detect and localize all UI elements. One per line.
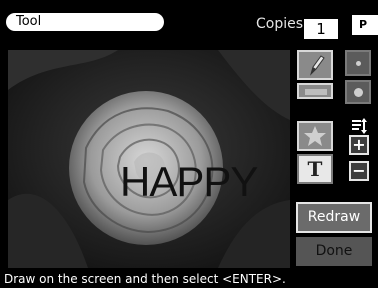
stamp-button[interactable] — [297, 121, 333, 151]
copies-label: Copies: — [256, 16, 308, 32]
drawing-canvas[interactable]: HAPPY — [8, 50, 290, 268]
pen-size-button[interactable] — [297, 83, 333, 99]
text-stamp[interactable]: HAPPY — [120, 161, 258, 203]
small-dot-icon — [356, 61, 361, 66]
printer-badge: P — [352, 15, 378, 35]
text-icon: T — [307, 157, 323, 181]
plus-label: + — [352, 135, 366, 154]
copies-value[interactable]: 1 — [304, 19, 338, 39]
large-dot-icon — [354, 88, 363, 97]
increase-size-button[interactable]: + — [349, 135, 369, 155]
tool-panel: T + − — [293, 44, 378, 268]
star-icon — [304, 126, 326, 146]
small-dot-button[interactable] — [345, 50, 371, 76]
top-bar: Tool Copies: 1 P — [0, 0, 378, 44]
decrease-size-button[interactable]: − — [349, 161, 369, 181]
done-button[interactable]: Done — [296, 237, 372, 266]
resize-icon — [350, 117, 368, 135]
pen-tool-button[interactable] — [297, 50, 333, 80]
status-message: Draw on the screen and then select <ENTE… — [4, 272, 286, 286]
redraw-button[interactable]: Redraw — [296, 202, 372, 233]
pencil-icon — [309, 55, 325, 76]
resize-arrows-icon — [352, 118, 367, 134]
large-dot-button[interactable] — [345, 80, 371, 104]
tool-label: Tool — [6, 13, 164, 31]
minus-label: − — [352, 161, 366, 180]
status-bar: Draw on the screen and then select <ENTE… — [0, 270, 378, 288]
pen-size-swatch — [305, 89, 327, 95]
text-tool-button[interactable]: T — [297, 154, 333, 184]
